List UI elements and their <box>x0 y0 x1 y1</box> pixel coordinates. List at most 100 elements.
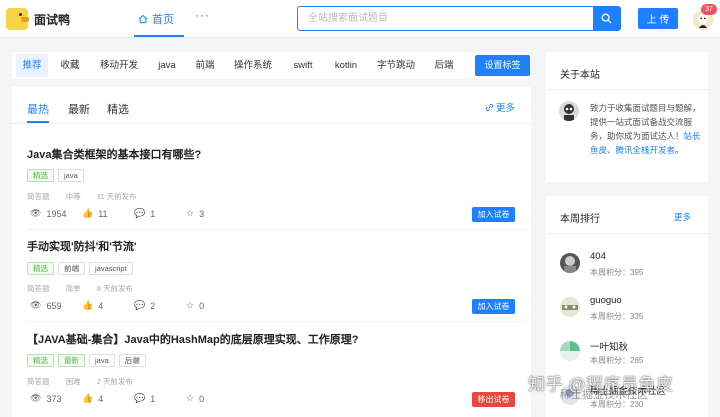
comment-count-value: 2 <box>150 300 156 311</box>
owner-role-link[interactable]: 腾讯全栈开发者 <box>616 145 676 155</box>
like-count[interactable]: 👍 11 <box>82 208 134 219</box>
eye-icon: 👁 <box>30 208 42 218</box>
tag-frontend[interactable]: 前端 <box>188 54 222 77</box>
tab-newest[interactable]: 最新 <box>68 101 90 117</box>
feed-more-label: 更多 <box>496 103 516 114</box>
question-type: 简答题 <box>27 377 50 386</box>
eye-icon: 👁 <box>30 300 42 310</box>
star-icon: ☆ <box>186 393 195 403</box>
question-type: 简答题 <box>27 192 50 201</box>
view-count-value: 373 <box>46 393 62 404</box>
tag-os[interactable]: 操作系统 <box>228 54 278 77</box>
comment-count[interactable]: 💬 1 <box>134 393 186 404</box>
question-title[interactable]: 手动实现'防抖'和'节流' <box>27 238 136 254</box>
score-label: 本周积分： <box>590 356 630 365</box>
star-count[interactable]: ☆ 0 <box>186 393 238 404</box>
owner-avatar[interactable] <box>559 101 579 121</box>
tag-bytedance[interactable]: 字节跳动 <box>370 54 422 77</box>
score-value: 335 <box>630 312 644 321</box>
tag-kotlin[interactable]: kotlin <box>326 54 366 77</box>
nav-home[interactable]: 首页 <box>138 11 174 27</box>
user-score: 本周积分：335 <box>590 311 643 322</box>
question-date: 2 天前发布 <box>96 377 133 386</box>
add-to-paper-button[interactable]: 加入试卷 <box>472 299 515 314</box>
star-count[interactable]: ☆ 0 <box>186 300 238 311</box>
tag-chip[interactable]: 后端 <box>118 354 146 367</box>
tag-chip[interactable]: java <box>89 354 115 367</box>
question-title[interactable]: Java集合类框架的基本接口有哪些? <box>27 146 201 162</box>
notification-badge: 37 <box>701 4 717 15</box>
star-count[interactable]: ☆ 3 <box>186 208 238 219</box>
question-tags: 精选 前端 javascript <box>27 262 133 275</box>
search-icon <box>601 13 612 24</box>
user-name: guoguo <box>590 295 622 306</box>
score-value: 285 <box>630 356 644 365</box>
question-meta: 简答题 困难 2 天前发布 <box>27 376 147 387</box>
user-menu[interactable]: 37 <box>690 4 717 32</box>
site-name[interactable]: 面试鸭 <box>34 11 70 28</box>
item-divider <box>27 321 527 322</box>
question-meta: 简答题 中等 11 天前发布 <box>27 191 151 202</box>
comment-count-value: 1 <box>150 208 156 219</box>
question-difficulty: 困难 <box>65 377 81 386</box>
search-button[interactable] <box>593 7 620 30</box>
view-count: 👁 373 <box>30 393 82 404</box>
comment-icon: 💬 <box>134 300 146 310</box>
tag-chip[interactable]: 最新 <box>58 354 85 367</box>
view-count-value: 659 <box>46 300 62 311</box>
feed-more-link[interactable]: 更多 <box>485 100 515 114</box>
tab-divider <box>12 123 531 124</box>
like-count[interactable]: 👍 4 <box>82 393 134 404</box>
tag-chip[interactable]: javascript <box>89 262 133 275</box>
question-title[interactable]: 【JAVA基础-集合】Java中的HashMap的底层原理实现、工作原理? <box>27 331 358 347</box>
about-description: 致力于收集面试题目与题解，提供一站式面试备战交流服务，助你成为面试达人！站长鱼皮… <box>590 101 702 157</box>
tag-java[interactable]: java <box>150 54 184 77</box>
view-count: 👁 1954 <box>30 208 82 219</box>
like-count-value: 4 <box>98 300 104 311</box>
tag-chip[interactable]: 前端 <box>58 262 85 275</box>
nav-more-icon[interactable]: ··· <box>195 8 210 22</box>
tab-featured[interactable]: 精选 <box>107 101 129 117</box>
set-tags-button[interactable]: 设置标签 <box>475 55 530 76</box>
user-score: 本周积分：395 <box>590 267 643 278</box>
tag-favorites[interactable]: 收藏 <box>52 54 88 77</box>
score-label: 本周积分： <box>590 312 630 321</box>
juejin-watermark: 稀土掘金技术社区 <box>560 389 648 401</box>
ranking-title: 本周排行 <box>560 214 600 225</box>
remove-from-paper-button[interactable]: 移出试卷 <box>472 392 515 407</box>
tag-chip[interactable]: java <box>58 169 84 182</box>
ranking-row[interactable]: guoguo 本周积分：335 <box>560 295 700 329</box>
question-meta: 简答题 简单 8 天前发布 <box>27 283 147 294</box>
ranking-row[interactable]: 404 本周积分：395 <box>560 251 700 285</box>
upload-button[interactable]: 上 传 <box>638 8 678 29</box>
star-count-value: 3 <box>199 208 205 219</box>
ranking-more-link[interactable]: 更多 <box>674 211 691 223</box>
comment-count-value: 1 <box>150 393 156 404</box>
nav-home-label: 首页 <box>152 14 174 26</box>
about-title: 关于本站 <box>560 70 600 81</box>
search-input[interactable] <box>298 7 594 30</box>
tag-backend[interactable]: 后端 <box>426 54 462 77</box>
star-icon: ☆ <box>186 208 195 218</box>
user-avatar <box>560 253 580 273</box>
like-count[interactable]: 👍 4 <box>82 300 134 311</box>
ranking-row[interactable]: 一叶知秋 本周积分：285 <box>560 339 700 373</box>
tag-bar: 推荐 收藏 移动开发 java 前端 操作系统 swift kotlin 字节跳… <box>12 52 531 79</box>
user-name: 一叶知秋 <box>590 342 629 353</box>
tag-swift[interactable]: swift <box>284 54 322 77</box>
tag-chip[interactable]: 精选 <box>27 262 54 275</box>
duck-logo-icon[interactable] <box>6 8 29 30</box>
tag-mobile-dev[interactable]: 移动开发 <box>94 54 144 77</box>
thumbs-up-icon: 👍 <box>82 208 94 218</box>
question-type: 简答题 <box>27 284 50 293</box>
link-icon <box>485 103 494 111</box>
question-tags: 精选 最新 java 后端 <box>27 354 146 367</box>
comment-count[interactable]: 💬 2 <box>134 300 186 311</box>
tag-chip[interactable]: 精选 <box>27 169 54 182</box>
score-value: 395 <box>630 268 644 277</box>
tag-chip[interactable]: 精选 <box>27 354 54 367</box>
tab-hottest[interactable]: 最热 <box>27 101 49 117</box>
comment-count[interactable]: 💬 1 <box>134 208 186 219</box>
add-to-paper-button[interactable]: 加入试卷 <box>472 207 515 222</box>
tag-recommend[interactable]: 推荐 <box>16 54 48 77</box>
